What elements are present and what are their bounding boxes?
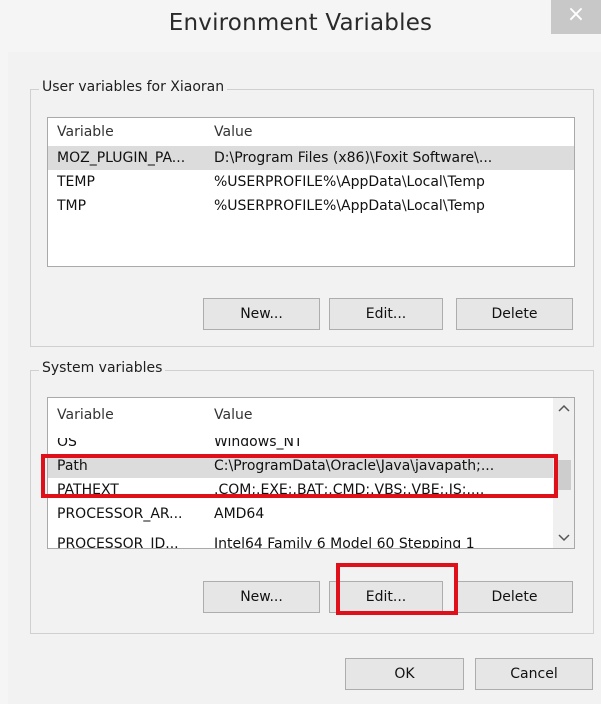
column-header-variable[interactable]: Variable	[57, 407, 205, 423]
system-new-button[interactable]: New...	[203, 581, 320, 613]
user-variables-list[interactable]: Variable Value MOZ_PLUGIN_PA... D:\Progr…	[47, 117, 575, 267]
column-header-value[interactable]: Value	[214, 124, 574, 140]
variable-value: .COM;.EXE;.BAT;.CMD;.VBS;.VBE;.JS;....	[214, 482, 485, 498]
variable-value: %USERPROFILE%\AppData\Local\Temp	[214, 198, 485, 214]
variable-name: Path	[57, 458, 88, 474]
variable-value: Windows_NT	[214, 434, 303, 450]
table-row[interactable]: TEMP %USERPROFILE%\AppData\Local\Temp	[48, 170, 574, 194]
user-variables-legend: User variables for Xiaoran	[39, 79, 228, 95]
table-row[interactable]: OS Windows_NT	[48, 434, 553, 454]
environment-variables-dialog: Environment Variables × User variables f…	[0, 0, 601, 704]
user-new-button[interactable]: New...	[203, 298, 320, 330]
chevron-down-icon[interactable]	[553, 528, 574, 548]
system-variables-list[interactable]: Variable Value OS Windows_NT Path C:\Pro…	[47, 397, 575, 549]
variable-name: MOZ_PLUGIN_PA...	[57, 150, 186, 166]
table-row[interactable]: PROCESSOR_AR... AMD64	[48, 502, 553, 526]
close-button[interactable]: ×	[551, 0, 601, 34]
column-header-value[interactable]: Value	[214, 407, 574, 423]
table-row-selected[interactable]: Path C:\ProgramData\Oracle\Java\javapath…	[48, 454, 553, 478]
close-icon: ×	[566, 2, 586, 27]
user-edit-button[interactable]: Edit...	[329, 298, 443, 330]
variable-name: TEMP	[57, 174, 95, 190]
variable-value: Intel64 Family 6 Model 60 Stepping 1	[214, 536, 475, 548]
system-variables-group: System variables Variable Value OS Windo…	[30, 360, 594, 634]
table-row[interactable]: PATHEXT .COM;.EXE;.BAT;.CMD;.VBS;.VBE;.J…	[48, 478, 553, 502]
system-variables-legend: System variables	[39, 360, 166, 376]
table-row[interactable]: MOZ_PLUGIN_PA... D:\Program Files (x86)\…	[48, 146, 574, 170]
variable-value: %USERPROFILE%\AppData\Local\Temp	[214, 174, 485, 190]
variable-name: TMP	[57, 198, 87, 214]
cancel-button[interactable]: Cancel	[475, 658, 593, 690]
ok-button[interactable]: OK	[345, 658, 464, 690]
list-header[interactable]: Variable Value	[48, 120, 574, 144]
window-frame-left	[0, 52, 8, 704]
variable-value: C:\ProgramData\Oracle\Java\javapath;...	[214, 458, 495, 474]
variable-name: OS	[57, 434, 77, 450]
vertical-scrollbar[interactable]	[553, 398, 574, 548]
table-row[interactable]: TMP %USERPROFILE%\AppData\Local\Temp	[48, 194, 574, 218]
dialog-title: Environment Variables	[168, 10, 433, 36]
user-delete-button[interactable]: Delete	[456, 298, 573, 330]
system-delete-button[interactable]: Delete	[456, 581, 573, 613]
variable-name: PATHEXT	[57, 482, 119, 498]
variable-name: PROCESSOR_AR...	[57, 506, 183, 522]
list-header[interactable]: Variable Value	[48, 403, 553, 427]
title-bar: Environment Variables ×	[0, 0, 601, 52]
user-variables-group: User variables for Xiaoran Variable Valu…	[30, 79, 594, 347]
scrollbar-thumb[interactable]	[556, 460, 571, 490]
system-edit-button[interactable]: Edit...	[329, 581, 443, 613]
column-header-variable[interactable]: Variable	[57, 124, 205, 140]
variable-value: D:\Program Files (x86)\Foxit Software\..…	[214, 150, 493, 166]
variable-name: PROCESSOR_ID...	[57, 536, 179, 548]
chevron-up-icon[interactable]	[553, 398, 574, 418]
variable-value: AMD64	[214, 506, 265, 522]
table-row[interactable]: PROCESSOR_ID... Intel64 Family 6 Model 6…	[48, 526, 553, 548]
